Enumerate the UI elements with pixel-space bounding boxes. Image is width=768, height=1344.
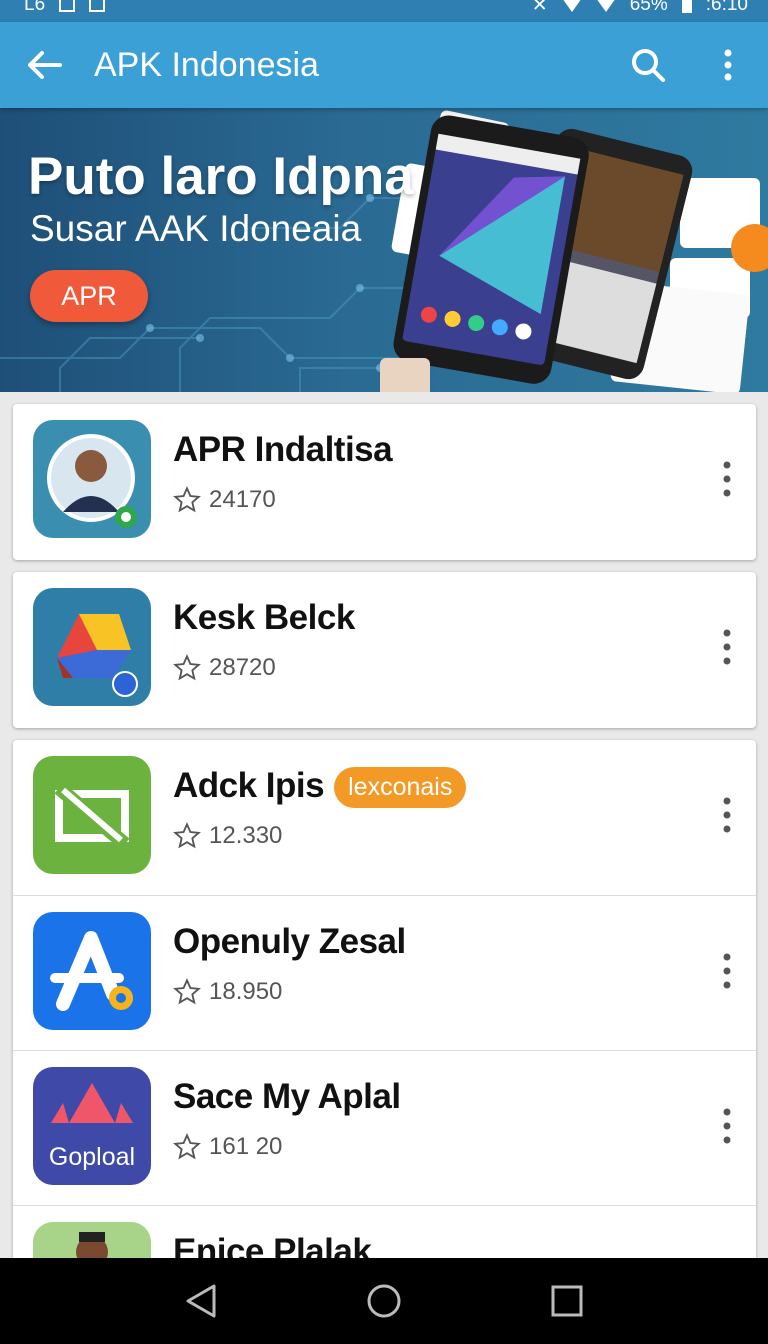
rating-count: 24170 (209, 486, 276, 513)
nav-back-button[interactable] (171, 1271, 231, 1331)
mute-icon: ✕ (531, 0, 548, 16)
app-card[interactable]: APR Indaltisa 24170 (13, 404, 756, 560)
app-more-button[interactable] (712, 454, 742, 504)
sim-icon (59, 0, 76, 12)
rating-count: 12.330 (209, 822, 283, 849)
star-icon (173, 654, 201, 681)
app-icon-text: Goploal (49, 1143, 135, 1171)
arrow-back-icon (28, 51, 62, 79)
app-list-card: Adck Ipis lexconais 12.330 Openuly Zesal … (13, 740, 756, 1258)
status-carrier: L6 (24, 0, 46, 15)
list-item[interactable]: Goploal Sace My Aplal 161 20 (13, 1050, 756, 1204)
signal-icon (595, 0, 616, 12)
more-vert-icon (723, 797, 731, 833)
app-rating: 28720 (173, 654, 276, 682)
list-item[interactable]: APR Indaltisa 24170 (13, 404, 756, 558)
banner-headline: Puto laro Idpna (28, 147, 414, 206)
star-icon (173, 978, 201, 1005)
more-vert-icon (723, 461, 731, 497)
battery-icon (681, 0, 692, 13)
search-icon (632, 49, 665, 82)
app-card[interactable]: Kesk Belck 28720 (13, 572, 756, 728)
image-notification-icon (89, 0, 106, 12)
app-rating: 18.950 (173, 978, 282, 1006)
app-more-button[interactable] (712, 622, 742, 672)
app-icon (33, 912, 151, 1030)
nav-recents-button[interactable] (537, 1271, 597, 1331)
nav-home-button[interactable] (354, 1271, 414, 1331)
app-more-button[interactable] (712, 1101, 742, 1151)
battery-percent: 65% (629, 0, 668, 15)
app-bar: APK Indonesia (0, 22, 768, 108)
page-title: APK Indonesia (94, 45, 319, 84)
nav-recents-icon (551, 1285, 583, 1317)
list-item[interactable]: Enice Plalak (13, 1205, 756, 1258)
app-rating: 12.330 (173, 822, 282, 850)
app-name-text: Adck Ipis (173, 766, 325, 805)
app-icon (33, 420, 151, 538)
rating-count: 28720 (209, 654, 276, 681)
star-icon (173, 822, 201, 849)
rating-count: 161 20 (209, 1133, 283, 1160)
app-icon (33, 756, 151, 874)
app-icon: Goploal (33, 1067, 151, 1185)
more-vert-icon (723, 953, 731, 989)
star-icon (173, 1133, 201, 1160)
more-vert-icon (723, 1108, 731, 1144)
nav-home-icon (367, 1284, 401, 1318)
app-name: Kesk Belck (173, 598, 355, 637)
app-icon (33, 588, 151, 706)
more-vert-icon (723, 629, 731, 665)
back-button[interactable] (0, 22, 88, 108)
list-item[interactable]: Kesk Belck 28720 (13, 572, 756, 726)
app-rating: 24170 (173, 486, 276, 514)
app-rating: 161 20 (173, 1133, 282, 1161)
rating-count: 18.950 (209, 978, 283, 1005)
app-more-button[interactable] (712, 790, 742, 840)
app-icon (33, 1222, 151, 1258)
status-bar: L6 ✕ 65% :6:10 (0, 0, 768, 22)
system-nav-bar (0, 1258, 768, 1344)
app-name: APR Indaltisa (173, 430, 393, 469)
app-badge: lexconais (334, 767, 467, 809)
phones-illustration (380, 110, 768, 392)
app-name: Openuly Zesal (173, 922, 406, 961)
promo-banner[interactable]: Puto laro Idpna Susar AAK Idoneaia APR (0, 108, 768, 392)
star-icon (173, 486, 201, 513)
banner-subtitle: Susar AAK Idoneaia (30, 208, 362, 249)
app-name: Adck Ipis lexconais (173, 766, 467, 809)
banner-cta-button[interactable]: APR (30, 270, 148, 322)
list-item[interactable]: Openuly Zesal 18.950 (13, 895, 756, 1049)
nav-back-icon (186, 1284, 216, 1318)
search-button[interactable] (608, 22, 688, 108)
wifi-icon (561, 0, 582, 12)
overflow-menu-button[interactable] (688, 22, 768, 108)
app-name: Enice Plalak (173, 1232, 372, 1258)
status-time: :6:10 (705, 0, 748, 15)
list-item[interactable]: Adck Ipis lexconais 12.330 (13, 740, 756, 894)
more-vert-icon (724, 49, 732, 81)
app-more-button[interactable] (712, 946, 742, 996)
app-name: Sace My Aplal (173, 1077, 401, 1116)
